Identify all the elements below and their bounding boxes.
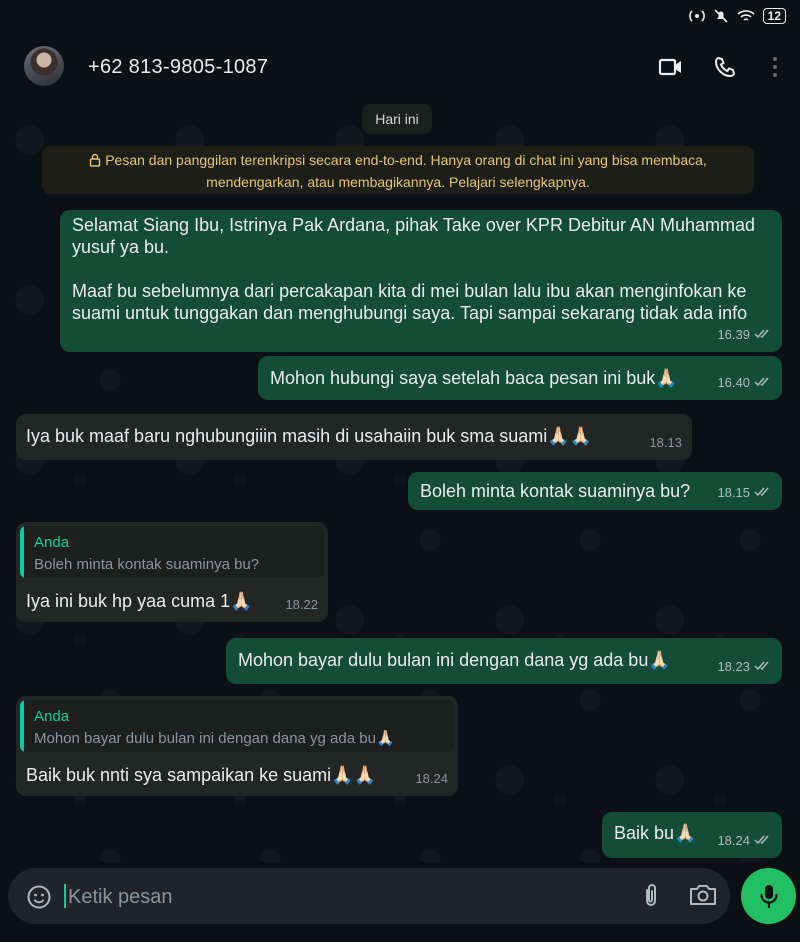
lock-icon bbox=[89, 152, 101, 172]
message-meta: 18.24 bbox=[717, 830, 772, 852]
message-text: Baik bu🙏🏻 bbox=[614, 823, 697, 843]
message-meta: 18.15 bbox=[717, 482, 772, 504]
encryption-text-1: Pesan dan panggilan terenkripsi secara e… bbox=[105, 152, 707, 168]
phone-icon bbox=[714, 56, 736, 78]
message-bubble-outgoing[interactable]: Baik bu🙏🏻 18.24 bbox=[602, 812, 782, 858]
voice-call-button[interactable] bbox=[710, 52, 740, 82]
message-text: Mohon bayar dulu bulan ini dengan dana y… bbox=[238, 650, 671, 670]
encryption-notice-line1: Pesan dan panggilan terenkripsi secara e… bbox=[42, 150, 754, 172]
video-camera-icon bbox=[658, 58, 681, 76]
message-bubble-outgoing[interactable]: Selamat Siang Ibu, Istrinya Pak Ardana, … bbox=[60, 210, 782, 352]
attach-button[interactable] bbox=[638, 882, 664, 910]
encryption-notice[interactable]: Pesan dan panggilan terenkripsi secara e… bbox=[42, 146, 754, 194]
message-time: 18.15 bbox=[717, 485, 750, 500]
message-time: 18.23 bbox=[717, 659, 750, 674]
composer-bar bbox=[0, 862, 800, 942]
message-text: Iya buk maaf baru nghubungiiin masih di … bbox=[26, 426, 593, 446]
avatar[interactable] bbox=[24, 46, 64, 86]
message-time: 18.22 bbox=[285, 597, 318, 612]
message-text: Baik buk nnti sya sampaikan ke suami🙏🏻🙏🏻 bbox=[26, 765, 376, 785]
quote-bar bbox=[20, 700, 24, 752]
emoji-button[interactable] bbox=[26, 884, 52, 910]
double-check-icon bbox=[754, 324, 772, 346]
video-call-button[interactable] bbox=[656, 52, 686, 82]
message-text: Selamat Siang Ibu, Istrinya Pak Ardana, … bbox=[72, 215, 756, 323]
quote-text: Boleh minta kontak suaminya bu? bbox=[34, 556, 260, 573]
camera-button[interactable] bbox=[688, 882, 718, 910]
message-time: 18.24 bbox=[415, 771, 448, 786]
quote-text: Mohon bayar dulu bulan ini dengan dana y… bbox=[34, 730, 395, 747]
double-check-icon bbox=[754, 830, 772, 852]
wifi-icon bbox=[737, 10, 755, 21]
chat-header: +62 813-9805-1087 bbox=[0, 36, 800, 100]
microphone-icon bbox=[759, 885, 778, 909]
date-chip: Hari ini bbox=[362, 104, 432, 134]
kebab-menu-icon bbox=[773, 57, 777, 77]
message-text: Iya ini buk hp yaa cuma 1🙏🏻 bbox=[26, 591, 253, 611]
message-bubble-incoming[interactable]: Iya buk maaf baru nghubungiiin masih di … bbox=[16, 414, 692, 460]
quote-author: Anda bbox=[34, 708, 70, 725]
status-bar: 12 bbox=[0, 0, 800, 36]
message-time: 16.39 bbox=[717, 327, 750, 342]
message-text: Mohon hubungi saya setelah baca pesan in… bbox=[270, 368, 678, 388]
message-meta: 18.22 bbox=[285, 594, 318, 616]
message-bubble-incoming[interactable]: Anda Mohon bayar dulu bulan ini dengan d… bbox=[16, 696, 458, 796]
message-meta: 16.40 bbox=[717, 372, 772, 394]
message-time: 18.13 bbox=[649, 435, 682, 450]
message-meta: 16.39 bbox=[717, 324, 772, 346]
double-check-icon bbox=[754, 482, 772, 504]
message-time: 18.24 bbox=[717, 833, 750, 848]
quoted-message[interactable]: Anda Mohon bayar dulu bulan ini dengan d… bbox=[20, 700, 454, 752]
message-bubble-outgoing[interactable]: Boleh minta kontak suaminya bu? 18.15 bbox=[408, 472, 782, 510]
message-bubble-outgoing[interactable]: Mohon bayar dulu bulan ini dengan dana y… bbox=[226, 638, 782, 684]
more-options-button[interactable] bbox=[760, 52, 790, 82]
mute-icon bbox=[714, 9, 728, 23]
quote-bar bbox=[20, 526, 24, 578]
contact-name[interactable]: +62 813-9805-1087 bbox=[88, 56, 268, 79]
message-bubble-outgoing[interactable]: Mohon hubungi saya setelah baca pesan in… bbox=[258, 356, 782, 400]
double-check-icon bbox=[754, 372, 772, 394]
message-meta: 18.24 bbox=[415, 768, 448, 790]
voice-message-button[interactable] bbox=[741, 868, 796, 924]
camera-icon bbox=[690, 885, 716, 905]
emoji-icon bbox=[27, 885, 51, 909]
message-text: Boleh minta kontak suaminya bu? bbox=[420, 481, 691, 501]
message-bubble-incoming[interactable]: Anda Boleh minta kontak suaminya bu? Iya… bbox=[16, 522, 328, 622]
message-meta: 18.13 bbox=[649, 432, 682, 454]
paperclip-icon bbox=[646, 884, 656, 906]
message-meta: 18.23 bbox=[717, 656, 772, 678]
message-time: 16.40 bbox=[717, 375, 750, 390]
quoted-message[interactable]: Anda Boleh minta kontak suaminya bu? bbox=[20, 526, 324, 578]
battery-indicator: 12 bbox=[762, 8, 786, 24]
nfc-icon bbox=[688, 10, 705, 22]
encryption-notice-line2: mendengarkan, atau membagikannya. Pelaja… bbox=[206, 174, 590, 190]
double-check-icon bbox=[754, 656, 772, 678]
quote-author: Anda bbox=[34, 534, 70, 551]
message-input[interactable] bbox=[66, 878, 610, 916]
message-input-container bbox=[8, 868, 730, 924]
